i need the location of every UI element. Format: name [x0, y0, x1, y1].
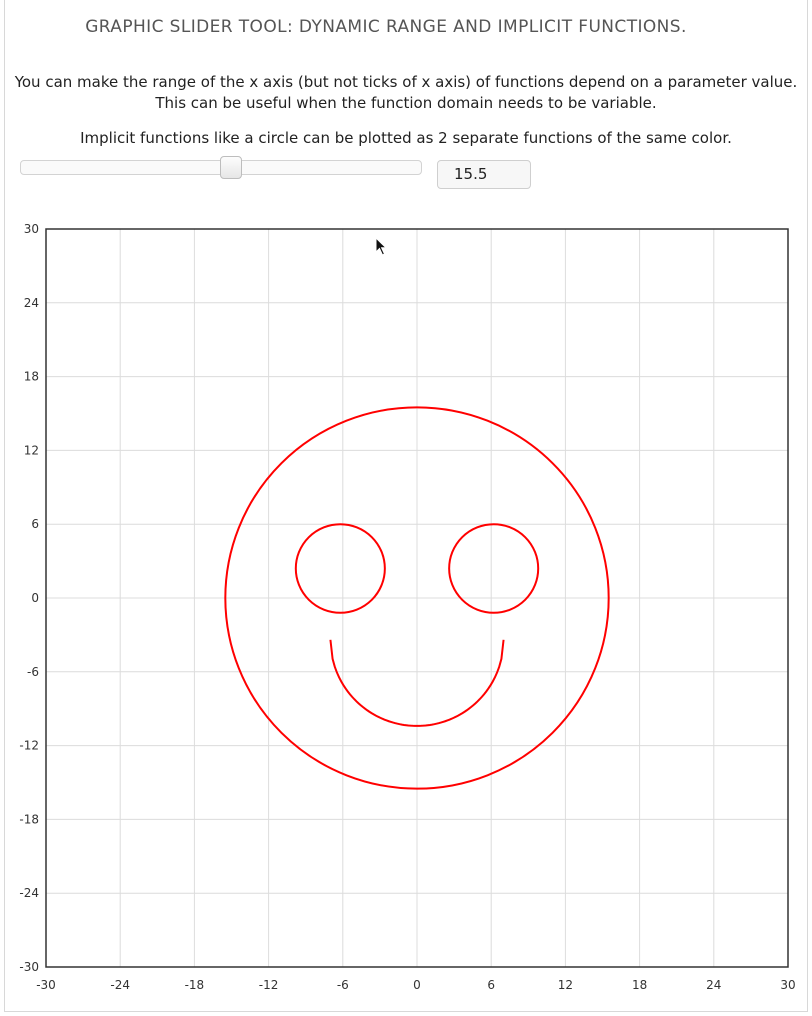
y-tick-label: -24 [19, 886, 39, 900]
y-tick-label: -18 [19, 812, 39, 826]
x-tick-label: -18 [185, 978, 205, 992]
y-tick-label: -30 [19, 960, 39, 974]
x-tick-label: 0 [413, 978, 421, 992]
x-tick-label: 24 [706, 978, 721, 992]
x-tick-label: -12 [259, 978, 279, 992]
y-tick-label: -12 [19, 739, 39, 753]
x-tick-label: 30 [780, 978, 795, 992]
y-tick-label: 24 [24, 296, 39, 310]
x-tick-label: -30 [36, 978, 56, 992]
y-tick-label: 12 [24, 443, 39, 457]
y-tick-label: -6 [27, 665, 39, 679]
y-tick-label: 30 [24, 222, 39, 236]
x-tick-label: 12 [558, 978, 573, 992]
y-tick-label: 18 [24, 370, 39, 384]
circle-curve [294, 523, 386, 614]
x-tick-label: -6 [337, 978, 349, 992]
function-plot: -30 -24 -18 -12 -6 0 6 12 18 24 30 30 24 18 12 6 0 -6 -12 -… [19, 222, 795, 992]
circle-curve [448, 523, 540, 614]
x-tick-label: 18 [632, 978, 647, 992]
mouse-pointer-icon [375, 237, 388, 256]
y-tick-label: 6 [31, 517, 39, 531]
x-tick-label: 6 [487, 978, 495, 992]
y-tick-label: 0 [31, 591, 39, 605]
x-tick-label: -24 [110, 978, 130, 992]
